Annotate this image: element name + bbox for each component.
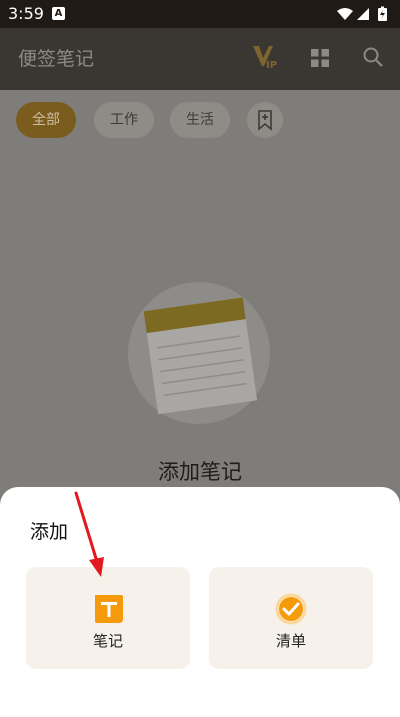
checklist-icon-wrap <box>209 593 373 625</box>
check-circle-icon <box>275 593 307 625</box>
category-tabs: 全部 工作 生活 <box>0 90 400 154</box>
note-t-icon <box>95 595 123 623</box>
bookmark-add-icon <box>258 110 272 131</box>
empty-state-message: 添加笔记 <box>158 460 242 484</box>
notepad-icon <box>143 297 258 415</box>
empty-notes-illustration <box>128 282 270 424</box>
add-note-option[interactable]: 笔记 <box>26 567 190 669</box>
tab-work[interactable]: 工作 <box>94 102 154 138</box>
tab-life[interactable]: 生活 <box>170 102 230 138</box>
notification-icon: A <box>52 7 65 20</box>
add-checklist-option[interactable]: 清单 <box>209 567 373 669</box>
bookmark-tab[interactable] <box>247 102 283 138</box>
app-bar: 便签笔记 <box>0 28 400 90</box>
status-icons <box>336 6 392 22</box>
svg-text:IP: IP <box>266 60 277 70</box>
sheet-title: 添加 <box>30 521 69 543</box>
search-icon[interactable] <box>362 46 384 68</box>
grid-view-icon[interactable] <box>310 48 330 68</box>
app-title: 便签笔记 <box>18 48 95 70</box>
add-note-label: 笔记 <box>92 632 123 650</box>
status-bar: 3:59 A <box>0 0 400 28</box>
vip-icon[interactable]: IP <box>251 44 279 70</box>
add-bottom-sheet: 添加 笔记 清单 <box>0 487 400 717</box>
tab-all[interactable]: 全部 <box>16 102 76 138</box>
wifi-signal-battery-icon <box>337 6 387 21</box>
note-icon-wrap <box>26 593 190 625</box>
add-checklist-label: 清单 <box>275 632 306 650</box>
status-time: 3:59 <box>8 4 44 23</box>
